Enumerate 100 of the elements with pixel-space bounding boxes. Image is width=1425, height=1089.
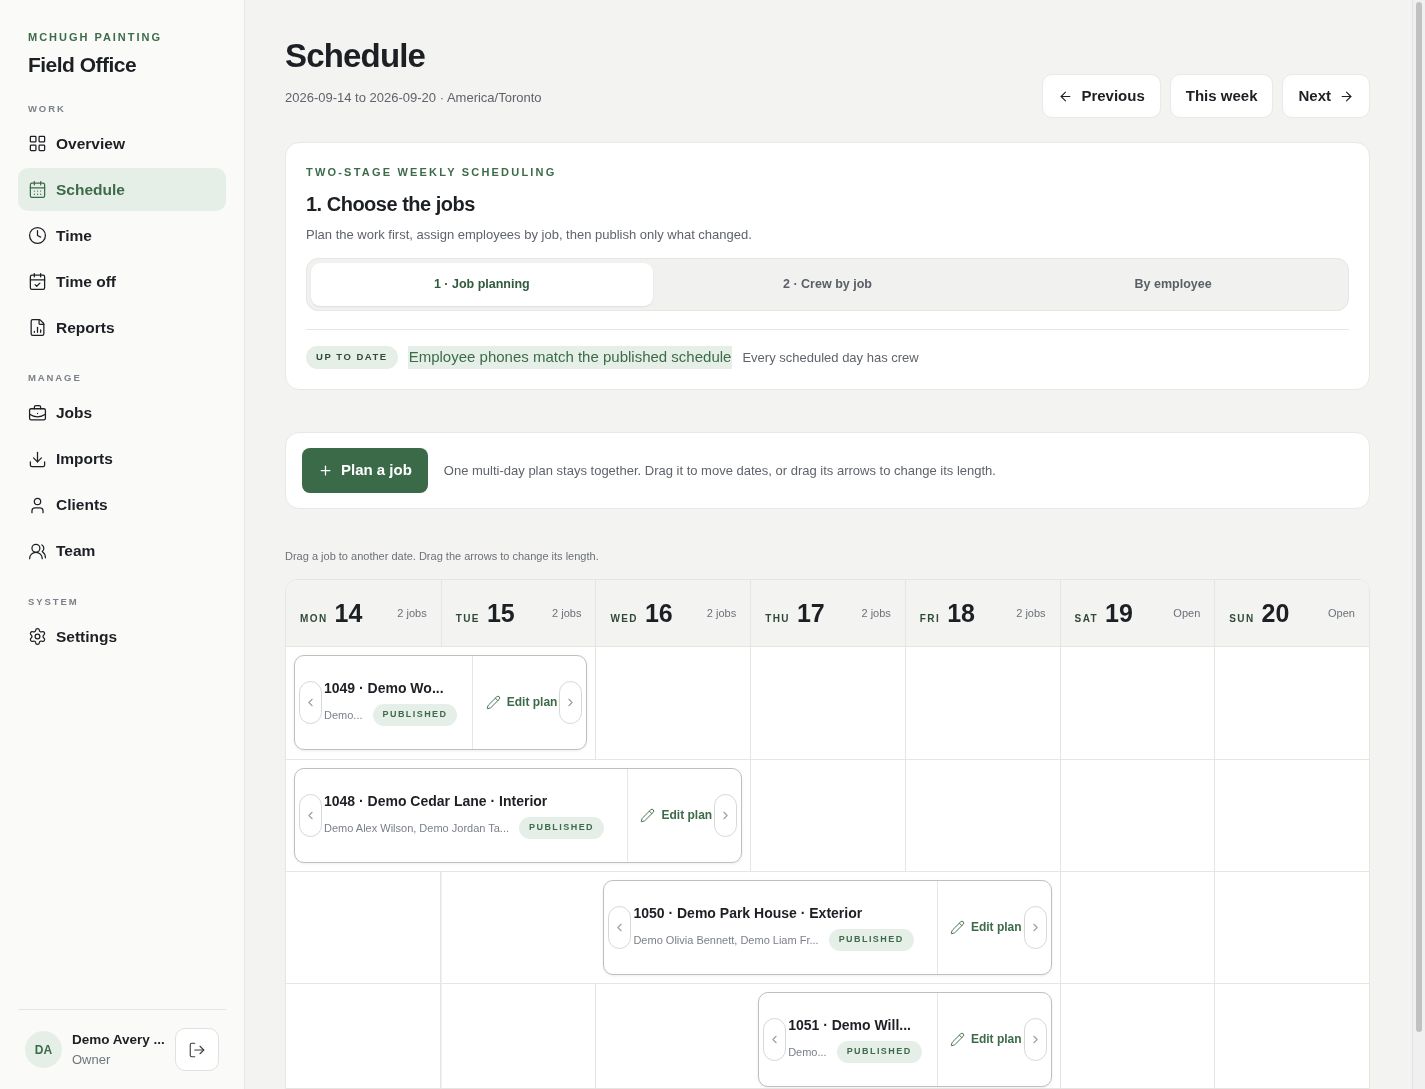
job-count: 2 jobs: [552, 606, 582, 622]
job-crew: Demo...: [324, 707, 363, 723]
weekday-label: SUN: [1229, 611, 1255, 626]
job-count: 2 jobs: [706, 606, 737, 622]
resize-start-handle[interactable]: [608, 905, 632, 949]
weekday-label: TUE: [455, 611, 480, 626]
nav-item[interactable]: Time off: [18, 260, 226, 304]
calendar-check-icon: [28, 272, 47, 292]
day-number: 19: [1105, 597, 1133, 629]
section-heading: WORK: [27, 102, 67, 116]
stage-tab[interactable]: 2 · Crew by job: [656, 263, 999, 306]
job-count: 2 jobs: [861, 606, 891, 622]
day-number: 15: [486, 597, 515, 629]
scrollbar[interactable]: [1412, 0, 1425, 1089]
day-number: 14: [334, 597, 363, 629]
status-badge: PUBLISHED: [828, 929, 914, 952]
job-title: 1049 · Demo Wo...: [324, 679, 445, 699]
date-range: 2026-09-14 to 2026-09-20 · America/Toronto: [285, 89, 542, 107]
settings-icon: [28, 626, 47, 646]
grid-icon: [28, 134, 47, 154]
job-crew: Demo Olivia Bennett, Demo Liam Fr...: [633, 932, 819, 948]
day-number: 18: [947, 597, 975, 629]
status-note: Every scheduled day has crew: [742, 348, 919, 367]
weekday-label: WED: [610, 611, 638, 626]
nav-item[interactable]: Team: [18, 529, 226, 573]
day-number: 20: [1261, 597, 1290, 629]
user-avatar: DA: [25, 1031, 62, 1068]
job-title: 1050 · Demo Park House · Exterior: [633, 904, 864, 924]
section-heading: MANAGE: [27, 371, 83, 386]
day-number: 16: [644, 597, 673, 629]
pencil-icon: [949, 1031, 965, 1047]
resize-end-handle[interactable]: [1023, 905, 1047, 949]
briefcase-icon: [28, 403, 47, 423]
user-name: Demo Avery ...: [72, 1030, 165, 1049]
job-count: 2 jobs: [397, 606, 427, 622]
resize-end-handle[interactable]: [559, 680, 583, 724]
nav-item[interactable]: Jobs: [18, 391, 226, 435]
card-title: 1. Choose the jobs: [306, 191, 476, 217]
plan-job-button[interactable]: Plan a job: [302, 448, 428, 493]
section-heading: SYSTEM: [27, 594, 80, 609]
user-role: Owner: [72, 1050, 112, 1069]
edit-plan-button[interactable]: Edit plan: [949, 918, 1022, 937]
resize-start-handle[interactable]: [299, 793, 322, 837]
arrow-right-icon: [1339, 88, 1354, 104]
day-number: 17: [796, 597, 825, 629]
job-crew: Demo Alex Wilson, Demo Jordan Ta...: [324, 820, 510, 836]
nav-item[interactable]: Imports: [18, 437, 226, 481]
status-badge: PUBLISHED: [372, 704, 458, 727]
clock-icon: [28, 226, 47, 246]
job-card[interactable]: 1049 · Demo Wo... Demo... PUBLISHED Edit plan: [294, 654, 588, 750]
download-icon: [28, 449, 47, 469]
user-icon: [28, 495, 47, 515]
logout-button[interactable]: [175, 1028, 219, 1071]
job-title: 1048 · Demo Cedar Lane · Interior: [324, 792, 549, 812]
job-title: 1051 · Demo Will...: [788, 1016, 912, 1036]
resize-end-handle[interactable]: [714, 793, 738, 837]
nav-item[interactable]: Schedule: [18, 168, 226, 212]
job-count: Open: [1173, 606, 1201, 622]
pencil-icon: [949, 919, 965, 935]
job-card[interactable]: 1051 · Demo Will... Demo... PUBLISHED Edit plan: [758, 991, 1052, 1087]
report-icon: [28, 318, 47, 338]
stage-tab[interactable]: 1 · Job planning: [311, 263, 653, 306]
nav-item[interactable]: Settings: [18, 614, 226, 658]
weekday-label: MON: [300, 611, 328, 626]
job-card[interactable]: 1048 · Demo Cedar Lane · Interior Demo Alex Wilson, Demo Jordan Ta... PUBLISHED Edit plan: [294, 767, 743, 863]
job-count: Open: [1328, 606, 1355, 622]
team-icon: [28, 541, 47, 561]
calendar-icon: [28, 180, 47, 200]
card-description: Plan the work first, assign employees by job, then publish only what changed.: [306, 225, 753, 244]
status-badge: PUBLISHED: [519, 817, 604, 840]
calendar-hint: Drag a job to another date. Drag the arrows to change its length.: [285, 549, 600, 565]
page-title: Schedule: [285, 36, 427, 76]
job-card[interactable]: 1050 · Demo Park House · Exterior Demo Olivia Bennett, Demo Liam Fr... PUBLISHED Edit plan: [603, 879, 1052, 975]
edit-plan-button[interactable]: Edit plan: [949, 1030, 1022, 1049]
pencil-icon: [640, 807, 656, 823]
nav-item[interactable]: Reports: [18, 306, 226, 350]
edit-plan-button[interactable]: Edit plan: [640, 806, 713, 825]
weekday-label: SAT: [1074, 611, 1099, 626]
plan-hint: One multi-day plan stays together. Drag it to move dates, or drag its arrows to change its length.: [443, 461, 996, 480]
status-badge: UP TO DATE: [306, 346, 398, 369]
status-message: Employee phones match the published schedule: [407, 346, 733, 369]
stage-tab[interactable]: By employee: [1002, 263, 1344, 306]
resize-start-handle[interactable]: [299, 680, 322, 724]
resize-end-handle[interactable]: [1023, 1017, 1047, 1061]
company-name: MCHUGH PAINTING: [28, 30, 163, 45]
logout-icon: [188, 1040, 206, 1059]
app-name: Field Office: [28, 51, 138, 78]
weekday-label: FRI: [919, 611, 941, 626]
week-nav-button[interactable]: Previous: [1042, 74, 1161, 118]
job-count: 2 jobs: [1016, 606, 1046, 622]
weekday-label: THU: [765, 611, 790, 626]
nav-item[interactable]: Overview: [18, 122, 226, 166]
nav-item[interactable]: Time: [18, 214, 226, 258]
resize-start-handle[interactable]: [763, 1017, 787, 1061]
eyebrow-label: TWO-STAGE WEEKLY SCHEDULING: [306, 165, 558, 180]
edit-plan-button[interactable]: Edit plan: [485, 693, 558, 712]
week-nav-button[interactable]: Next: [1282, 74, 1370, 118]
nav-item[interactable]: Clients: [18, 483, 226, 527]
week-nav-button[interactable]: This week: [1169, 74, 1274, 118]
pencil-icon: [485, 694, 501, 710]
